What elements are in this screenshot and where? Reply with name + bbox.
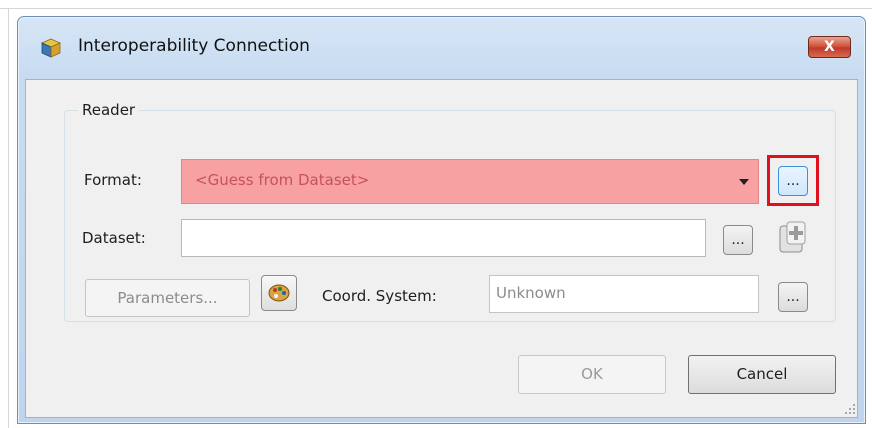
coord-system-wizard-button[interactable] xyxy=(261,275,297,311)
resize-grip-icon[interactable] xyxy=(844,403,856,415)
dialog-body: Reader Format: <Guess from Dataset> ... … xyxy=(25,79,858,418)
chevron-down-icon[interactable] xyxy=(739,179,749,185)
dialog-window: Interoperability Connection X Reader For… xyxy=(17,16,866,424)
palette-icon xyxy=(268,284,290,302)
reader-group-title: Reader xyxy=(78,101,140,119)
format-value: <Guess from Dataset> xyxy=(195,171,370,189)
coord-system-browse-button[interactable]: ... xyxy=(778,282,808,312)
format-browse-button[interactable]: ... xyxy=(778,166,808,196)
close-button[interactable]: X xyxy=(808,36,851,58)
coord-system-label: Coord. System: xyxy=(322,287,437,305)
close-icon: X xyxy=(824,39,835,55)
page-edge-left xyxy=(8,8,9,428)
cube-app-icon xyxy=(41,38,61,58)
title-bar[interactable]: Interoperability Connection X xyxy=(18,17,865,79)
page-edge-top xyxy=(0,8,872,9)
dataset-browse-button[interactable]: ... xyxy=(723,225,753,255)
cancel-button[interactable]: Cancel xyxy=(688,355,836,394)
format-dropdown[interactable]: <Guess from Dataset> xyxy=(181,159,759,204)
window-title: Interoperability Connection xyxy=(78,36,310,56)
format-label: Format: xyxy=(84,171,142,189)
dataset-input[interactable] xyxy=(181,219,706,257)
dataset-label: Dataset: xyxy=(82,229,146,247)
add-dataset-icon[interactable] xyxy=(776,220,810,256)
coord-system-input[interactable]: Unknown xyxy=(489,275,759,313)
ok-button[interactable]: OK xyxy=(518,355,666,394)
parameters-button[interactable]: Parameters... xyxy=(85,279,250,317)
